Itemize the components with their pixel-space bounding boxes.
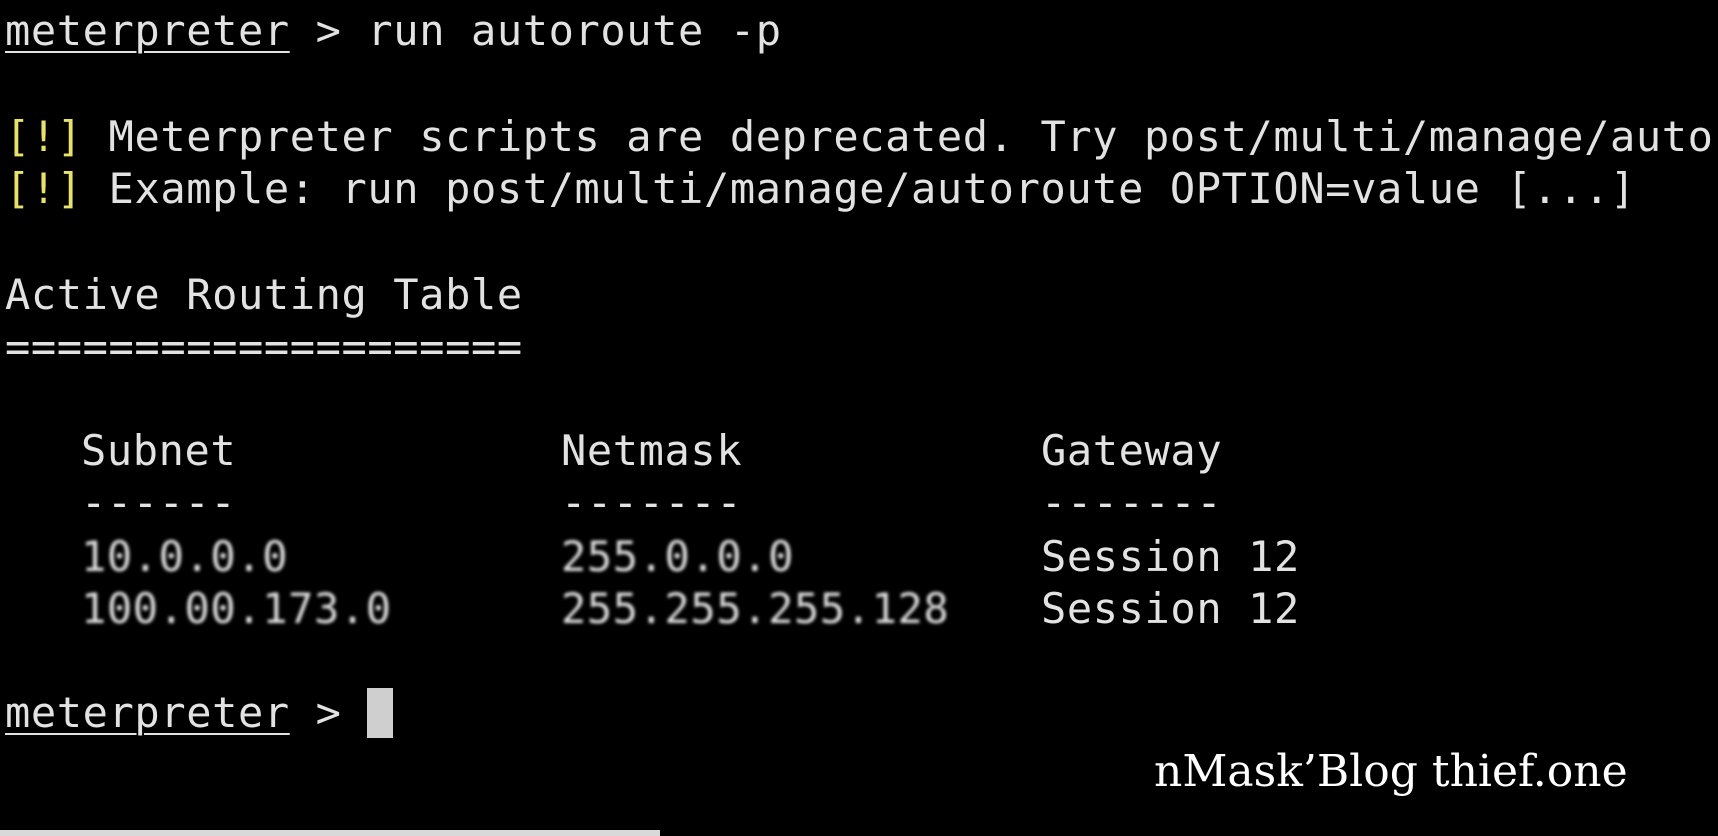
row-1-netmask: 255.0.0.0 (561, 532, 794, 581)
prompt-label: meterpreter (5, 688, 290, 737)
terminal-window[interactable]: meterpreter > run autoroute -p [!] Meter… (0, 0, 1718, 836)
warning-text: Example: run post/multi/manage/autoroute… (82, 164, 1636, 213)
prompt-separator: > (289, 6, 368, 55)
header-gateway: Gateway (1041, 426, 1223, 475)
warning-tag: [!] (5, 164, 83, 213)
row-2-subnet: 100.00.173.0 (81, 584, 392, 633)
header-subnet: Subnet (81, 426, 237, 475)
warning-line-2: [!] Example: run post/multi/manage/autor… (5, 164, 1636, 214)
underline-netmask: ------- (561, 478, 743, 527)
table-title: Active Routing Table (5, 270, 523, 319)
underline-gateway: ------- (1041, 478, 1223, 527)
warning-tag: [!] (5, 112, 83, 161)
header-netmask: Netmask (561, 426, 743, 475)
command-text: run autoroute -p (367, 6, 782, 55)
row-1-gateway: Session 12 (1041, 532, 1300, 581)
warning-text: Meterpreter scripts are deprecated. Try … (82, 112, 1718, 161)
prompt-label: meterpreter (5, 6, 290, 55)
prompt-separator: > (289, 688, 368, 737)
row-2-netmask: 255.255.255.128 (561, 584, 950, 633)
table-title-underline: ==================== (5, 322, 523, 371)
warning-line-1: [!] Meterpreter scripts are deprecated. … (5, 112, 1718, 162)
text-cursor[interactable] (367, 688, 394, 738)
watermark: nMask’Blog thief.one (1154, 746, 1628, 797)
row-1-subnet: 10.0.0.0 (81, 532, 289, 581)
command-line: meterpreter > run autoroute -p (5, 6, 782, 56)
bottom-scrollbar[interactable] (0, 830, 660, 836)
row-2-gateway: Session 12 (1041, 584, 1300, 633)
underline-subnet: ------ (81, 478, 237, 527)
active-prompt-line[interactable]: meterpreter > (5, 688, 394, 738)
